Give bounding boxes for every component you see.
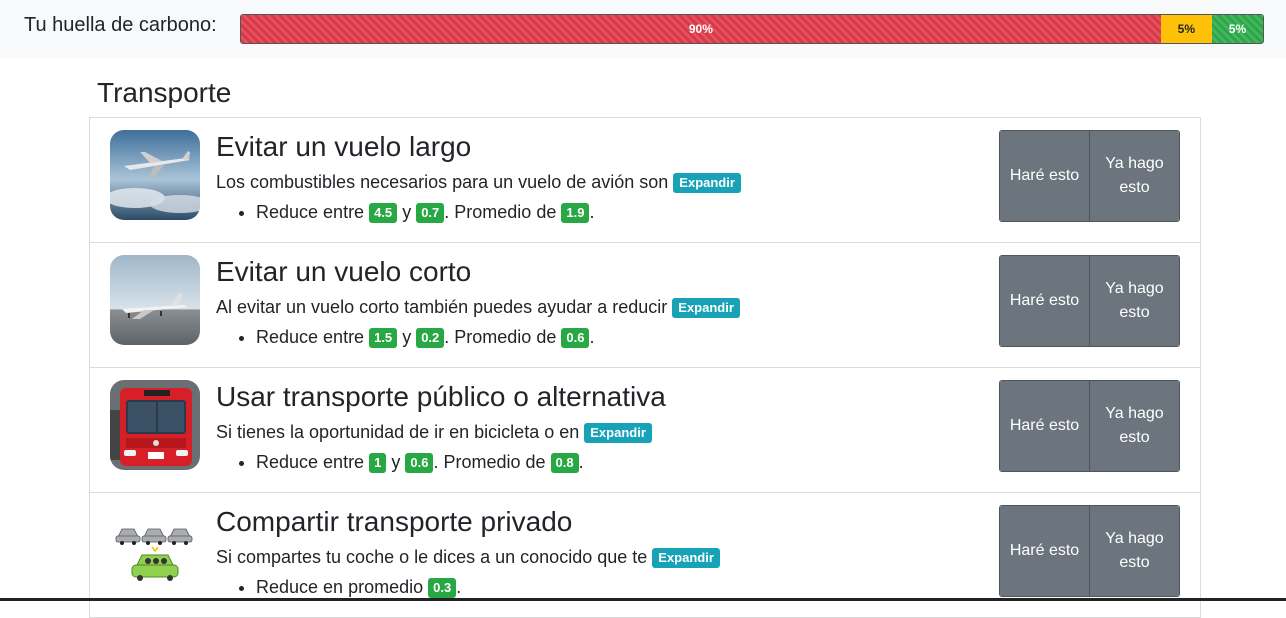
and-word: y <box>402 202 412 222</box>
item-title: Evitar un vuelo largo <box>216 131 472 162</box>
average-label: . Promedio de <box>444 202 557 222</box>
description-text: Los combustibles necesarios para un vuel… <box>216 172 669 192</box>
item-title: Compartir transporte privado <box>216 506 573 537</box>
reduce-prefix: Reduce en promedio <box>256 577 424 597</box>
reduction-info: Reduce entre 1.5 y 0.2. Promedio de 0.6. <box>256 325 976 349</box>
reduce-prefix: Reduce entre <box>256 452 365 472</box>
average-value-badge: 0.6 <box>561 328 590 349</box>
item-description: Los combustibles necesarios para un vuel… <box>216 170 976 194</box>
reduction-list: Reduce entre 1.5 y 0.2. Promedio de 0.6. <box>216 325 976 349</box>
already-do-button[interactable]: Ya hago esto <box>1089 506 1179 596</box>
footprint-label: Tu huella de carbono: <box>24 14 217 36</box>
list-item: Evitar un vuelo corto Al evitar un vuelo… <box>90 243 1200 368</box>
reduction-list: Reduce entre 4.5 y 0.7. Promedio de 1.9. <box>216 200 976 224</box>
item-title: Evitar un vuelo corto <box>216 256 472 287</box>
footprint-progress: 90% 5% 5% <box>240 14 1264 44</box>
list-item: Evitar un vuelo largo Los combustibles n… <box>90 118 1200 243</box>
max-value-badge: 0.7 <box>416 203 445 224</box>
reduction-info: Reduce entre 1 y 0.6. Promedio de 0.8. <box>256 450 976 474</box>
reduction-list: Reduce en promedio 0.3. <box>216 575 976 599</box>
expand-button[interactable]: Expandir <box>652 548 720 569</box>
min-value-badge: 4.5 <box>369 203 398 224</box>
list-item: Usar transporte público o alternativa Si… <box>90 368 1200 493</box>
min-value-badge: 1 <box>369 453 387 474</box>
average-label: . Promedio de <box>444 327 557 347</box>
sentence-end: . <box>456 577 462 597</box>
sentence-end: . <box>589 327 595 347</box>
min-value-badge: 1.5 <box>369 328 398 349</box>
reduce-prefix: Reduce entre <box>256 202 365 222</box>
carbon-footprint-bar: Tu huella de carbono: 90% 5% 5% <box>0 0 1286 58</box>
carpool-image <box>110 505 200 595</box>
max-value-badge: 0.2 <box>416 328 445 349</box>
average-value-badge: 0.8 <box>550 453 579 474</box>
average-label: . Promedio de <box>433 452 546 472</box>
action-list: Evitar un vuelo largo Los combustibles n… <box>89 117 1201 618</box>
action-button-group: Haré esto Ya hago esto <box>999 255 1180 347</box>
average-value-badge: 0.3 <box>428 578 457 599</box>
segment-medium: 5% <box>1160 15 1212 43</box>
description-text: Si tienes la oportunidad de ir en bicicl… <box>216 422 580 442</box>
will-do-button[interactable]: Haré esto <box>1000 381 1089 471</box>
reduction-info: Reduce entre 4.5 y 0.7. Promedio de 1.9. <box>256 200 976 224</box>
item-description: Si tienes la oportunidad de ir en bicicl… <box>216 420 976 444</box>
will-do-button[interactable]: Haré esto <box>1000 256 1089 346</box>
already-do-button[interactable]: Ya hago esto <box>1089 131 1179 221</box>
section-title: Transporte <box>97 77 232 108</box>
reduce-prefix: Reduce entre <box>256 327 365 347</box>
item-title: Usar transporte público o alternativa <box>216 381 666 412</box>
action-button-group: Haré esto Ya hago esto <box>999 380 1180 472</box>
expand-button[interactable]: Expandir <box>672 298 740 319</box>
description-text: Al evitar un vuelo corto también puedes … <box>216 297 668 317</box>
bus-image <box>110 380 200 470</box>
will-do-button[interactable]: Haré esto <box>1000 131 1089 221</box>
description-text: Si compartes tu coche o le dices a un co… <box>216 547 648 567</box>
expand-button[interactable]: Expandir <box>673 173 741 194</box>
already-do-button[interactable]: Ya hago esto <box>1089 381 1179 471</box>
sentence-end: . <box>589 202 595 222</box>
action-button-group: Haré esto Ya hago esto <box>999 130 1180 222</box>
expand-button[interactable]: Expandir <box>584 423 652 444</box>
reduction-info: Reduce en promedio 0.3. <box>256 575 976 599</box>
action-button-group: Haré esto Ya hago esto <box>999 505 1180 597</box>
airplane-runway-image <box>110 255 200 345</box>
item-description: Al evitar un vuelo corto también puedes … <box>216 295 976 319</box>
and-word: y <box>402 327 412 347</box>
segment-low: 5% <box>1211 15 1263 43</box>
sentence-end: . <box>578 452 584 472</box>
and-word: y <box>391 452 401 472</box>
item-description: Si compartes tu coche o le dices a un co… <box>216 545 976 569</box>
average-value-badge: 1.9 <box>561 203 590 224</box>
max-value-badge: 0.6 <box>405 453 434 474</box>
airplane-sky-image <box>110 130 200 220</box>
will-do-button[interactable]: Haré esto <box>1000 506 1089 596</box>
reduction-list: Reduce entre 1 y 0.6. Promedio de 0.8. <box>216 450 976 474</box>
already-do-button[interactable]: Ya hago esto <box>1089 256 1179 346</box>
segment-high: 90% <box>241 15 1161 43</box>
